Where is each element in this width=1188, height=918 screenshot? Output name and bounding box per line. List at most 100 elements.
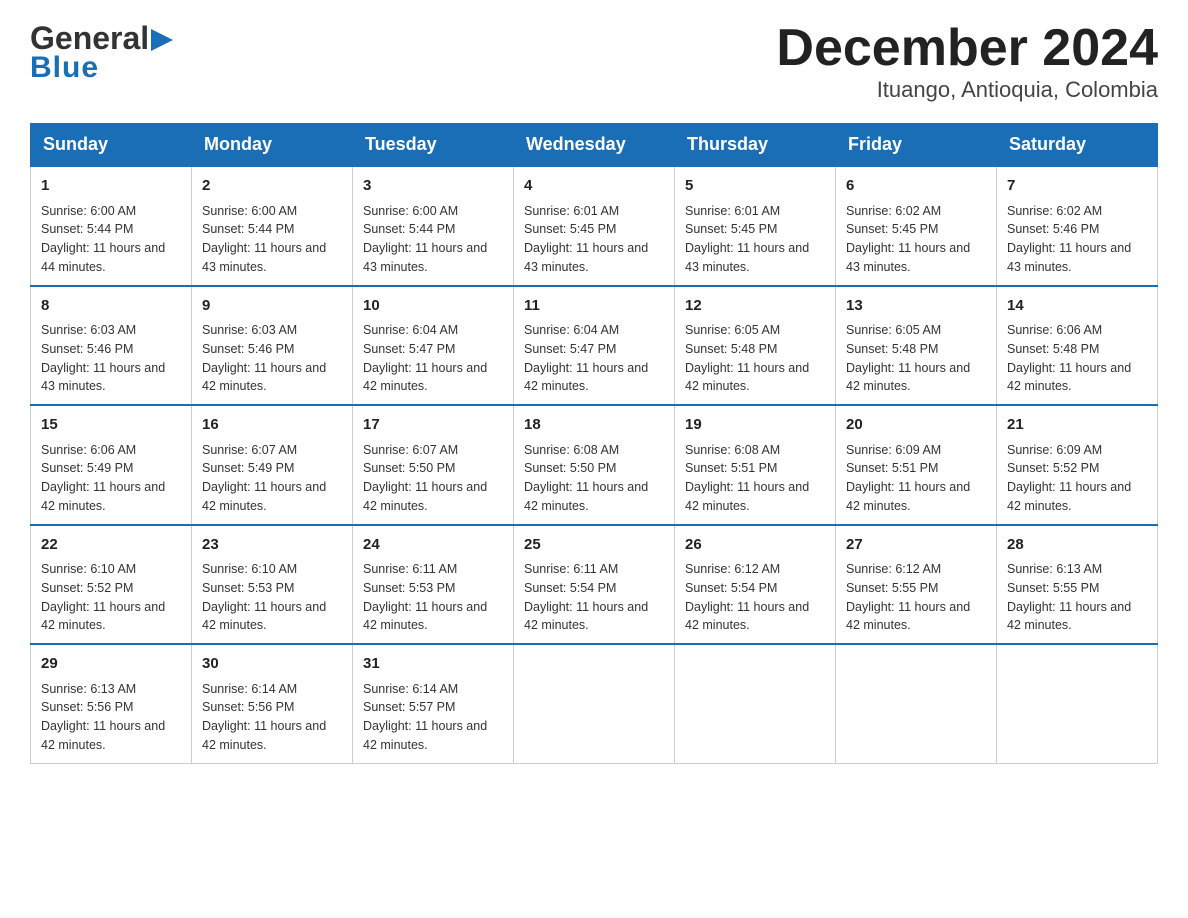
day-info: Sunrise: 6:13 AMSunset: 5:56 PMDaylight:… <box>41 680 181 755</box>
calendar-cell <box>836 644 997 763</box>
logo: General Blue <box>30 20 173 85</box>
day-number: 12 <box>685 295 825 318</box>
day-info: Sunrise: 6:05 AMSunset: 5:48 PMDaylight:… <box>846 321 986 396</box>
day-info: Sunrise: 6:03 AMSunset: 5:46 PMDaylight:… <box>41 321 181 396</box>
day-number: 25 <box>524 534 664 557</box>
day-number: 8 <box>41 295 181 318</box>
day-info: Sunrise: 6:05 AMSunset: 5:48 PMDaylight:… <box>685 321 825 396</box>
calendar-week-4: 22 Sunrise: 6:10 AMSunset: 5:52 PMDaylig… <box>31 525 1158 645</box>
day-number: 28 <box>1007 534 1147 557</box>
day-number: 21 <box>1007 414 1147 437</box>
calendar-cell: 1 Sunrise: 6:00 AMSunset: 5:44 PMDayligh… <box>31 166 192 286</box>
logo-blue-text: Blue <box>30 51 99 85</box>
calendar-cell: 5 Sunrise: 6:01 AMSunset: 5:45 PMDayligh… <box>675 166 836 286</box>
calendar-header-monday: Monday <box>192 124 353 167</box>
day-number: 5 <box>685 175 825 198</box>
calendar-cell <box>997 644 1158 763</box>
calendar-cell: 7 Sunrise: 6:02 AMSunset: 5:46 PMDayligh… <box>997 166 1158 286</box>
calendar-cell: 2 Sunrise: 6:00 AMSunset: 5:44 PMDayligh… <box>192 166 353 286</box>
calendar-cell: 19 Sunrise: 6:08 AMSunset: 5:51 PMDaylig… <box>675 405 836 525</box>
day-number: 27 <box>846 534 986 557</box>
calendar-cell: 22 Sunrise: 6:10 AMSunset: 5:52 PMDaylig… <box>31 525 192 645</box>
calendar-cell: 25 Sunrise: 6:11 AMSunset: 5:54 PMDaylig… <box>514 525 675 645</box>
day-info: Sunrise: 6:10 AMSunset: 5:53 PMDaylight:… <box>202 560 342 635</box>
day-info: Sunrise: 6:01 AMSunset: 5:45 PMDaylight:… <box>524 202 664 277</box>
page-subtitle: Ituango, Antioquia, Colombia <box>776 77 1158 103</box>
day-number: 30 <box>202 653 342 676</box>
day-info: Sunrise: 6:00 AMSunset: 5:44 PMDaylight:… <box>363 202 503 277</box>
day-info: Sunrise: 6:00 AMSunset: 5:44 PMDaylight:… <box>41 202 181 277</box>
day-info: Sunrise: 6:08 AMSunset: 5:51 PMDaylight:… <box>685 441 825 516</box>
day-number: 26 <box>685 534 825 557</box>
day-number: 24 <box>363 534 503 557</box>
day-number: 6 <box>846 175 986 198</box>
day-number: 13 <box>846 295 986 318</box>
calendar-week-3: 15 Sunrise: 6:06 AMSunset: 5:49 PMDaylig… <box>31 405 1158 525</box>
day-number: 17 <box>363 414 503 437</box>
calendar-cell: 24 Sunrise: 6:11 AMSunset: 5:53 PMDaylig… <box>353 525 514 645</box>
day-number: 29 <box>41 653 181 676</box>
day-info: Sunrise: 6:06 AMSunset: 5:49 PMDaylight:… <box>41 441 181 516</box>
title-block: December 2024 Ituango, Antioquia, Colomb… <box>776 20 1158 103</box>
calendar-cell: 21 Sunrise: 6:09 AMSunset: 5:52 PMDaylig… <box>997 405 1158 525</box>
calendar-header-saturday: Saturday <box>997 124 1158 167</box>
day-info: Sunrise: 6:07 AMSunset: 5:50 PMDaylight:… <box>363 441 503 516</box>
calendar-cell: 28 Sunrise: 6:13 AMSunset: 5:55 PMDaylig… <box>997 525 1158 645</box>
day-number: 31 <box>363 653 503 676</box>
day-info: Sunrise: 6:07 AMSunset: 5:49 PMDaylight:… <box>202 441 342 516</box>
page-title: December 2024 <box>776 20 1158 77</box>
day-number: 23 <box>202 534 342 557</box>
calendar-cell: 18 Sunrise: 6:08 AMSunset: 5:50 PMDaylig… <box>514 405 675 525</box>
calendar-table: SundayMondayTuesdayWednesdayThursdayFrid… <box>30 123 1158 764</box>
day-info: Sunrise: 6:00 AMSunset: 5:44 PMDaylight:… <box>202 202 342 277</box>
day-number: 4 <box>524 175 664 198</box>
day-info: Sunrise: 6:02 AMSunset: 5:46 PMDaylight:… <box>1007 202 1147 277</box>
day-info: Sunrise: 6:09 AMSunset: 5:52 PMDaylight:… <box>1007 441 1147 516</box>
calendar-cell: 13 Sunrise: 6:05 AMSunset: 5:48 PMDaylig… <box>836 286 997 406</box>
calendar-week-2: 8 Sunrise: 6:03 AMSunset: 5:46 PMDayligh… <box>31 286 1158 406</box>
calendar-cell: 11 Sunrise: 6:04 AMSunset: 5:47 PMDaylig… <box>514 286 675 406</box>
page-header: General Blue December 2024 Ituango, Anti… <box>30 20 1158 103</box>
calendar-cell <box>675 644 836 763</box>
calendar-cell: 10 Sunrise: 6:04 AMSunset: 5:47 PMDaylig… <box>353 286 514 406</box>
calendar-cell: 27 Sunrise: 6:12 AMSunset: 5:55 PMDaylig… <box>836 525 997 645</box>
day-number: 10 <box>363 295 503 318</box>
day-number: 15 <box>41 414 181 437</box>
day-info: Sunrise: 6:12 AMSunset: 5:54 PMDaylight:… <box>685 560 825 635</box>
calendar-cell: 4 Sunrise: 6:01 AMSunset: 5:45 PMDayligh… <box>514 166 675 286</box>
calendar-week-1: 1 Sunrise: 6:00 AMSunset: 5:44 PMDayligh… <box>31 166 1158 286</box>
calendar-cell: 12 Sunrise: 6:05 AMSunset: 5:48 PMDaylig… <box>675 286 836 406</box>
calendar-cell: 9 Sunrise: 6:03 AMSunset: 5:46 PMDayligh… <box>192 286 353 406</box>
day-number: 18 <box>524 414 664 437</box>
logo-triangle-icon <box>151 29 173 51</box>
day-info: Sunrise: 6:03 AMSunset: 5:46 PMDaylight:… <box>202 321 342 396</box>
calendar-cell: 6 Sunrise: 6:02 AMSunset: 5:45 PMDayligh… <box>836 166 997 286</box>
day-number: 9 <box>202 295 342 318</box>
calendar-header-tuesday: Tuesday <box>353 124 514 167</box>
day-info: Sunrise: 6:08 AMSunset: 5:50 PMDaylight:… <box>524 441 664 516</box>
calendar-week-5: 29 Sunrise: 6:13 AMSunset: 5:56 PMDaylig… <box>31 644 1158 763</box>
day-number: 11 <box>524 295 664 318</box>
calendar-cell: 30 Sunrise: 6:14 AMSunset: 5:56 PMDaylig… <box>192 644 353 763</box>
day-info: Sunrise: 6:10 AMSunset: 5:52 PMDaylight:… <box>41 560 181 635</box>
day-info: Sunrise: 6:04 AMSunset: 5:47 PMDaylight:… <box>363 321 503 396</box>
day-info: Sunrise: 6:02 AMSunset: 5:45 PMDaylight:… <box>846 202 986 277</box>
calendar-cell: 29 Sunrise: 6:13 AMSunset: 5:56 PMDaylig… <box>31 644 192 763</box>
day-info: Sunrise: 6:01 AMSunset: 5:45 PMDaylight:… <box>685 202 825 277</box>
calendar-cell: 16 Sunrise: 6:07 AMSunset: 5:49 PMDaylig… <box>192 405 353 525</box>
calendar-cell: 8 Sunrise: 6:03 AMSunset: 5:46 PMDayligh… <box>31 286 192 406</box>
day-info: Sunrise: 6:14 AMSunset: 5:57 PMDaylight:… <box>363 680 503 755</box>
calendar-header-wednesday: Wednesday <box>514 124 675 167</box>
day-number: 1 <box>41 175 181 198</box>
day-info: Sunrise: 6:04 AMSunset: 5:47 PMDaylight:… <box>524 321 664 396</box>
calendar-header-thursday: Thursday <box>675 124 836 167</box>
calendar-cell: 17 Sunrise: 6:07 AMSunset: 5:50 PMDaylig… <box>353 405 514 525</box>
day-info: Sunrise: 6:14 AMSunset: 5:56 PMDaylight:… <box>202 680 342 755</box>
calendar-cell: 23 Sunrise: 6:10 AMSunset: 5:53 PMDaylig… <box>192 525 353 645</box>
calendar-header-sunday: Sunday <box>31 124 192 167</box>
day-info: Sunrise: 6:11 AMSunset: 5:53 PMDaylight:… <box>363 560 503 635</box>
calendar-cell <box>514 644 675 763</box>
day-number: 7 <box>1007 175 1147 198</box>
day-info: Sunrise: 6:09 AMSunset: 5:51 PMDaylight:… <box>846 441 986 516</box>
calendar-cell: 26 Sunrise: 6:12 AMSunset: 5:54 PMDaylig… <box>675 525 836 645</box>
